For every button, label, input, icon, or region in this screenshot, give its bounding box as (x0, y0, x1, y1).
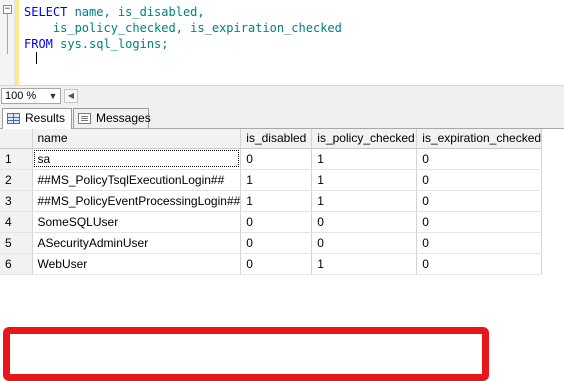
row-number[interactable]: 1 (0, 148, 33, 170)
cell-is-expiration-checked[interactable]: 0 (416, 211, 543, 233)
table-row[interactable]: 6 WebUser 0 1 0 (0, 253, 543, 275)
cell-is-expiration-checked[interactable]: 0 (416, 169, 543, 191)
cell-is-expiration-checked[interactable]: 0 (416, 253, 543, 275)
cell-is-disabled[interactable]: 0 (240, 148, 313, 170)
cell-is-policy-checked[interactable]: 1 (311, 148, 418, 170)
code-token: FROM (24, 37, 53, 51)
fold-guide (7, 14, 8, 54)
cell-is-policy-checked[interactable]: 1 (311, 253, 418, 275)
zoom-select[interactable]: 100 % ▼ (1, 88, 61, 104)
change-tracking-bar (15, 0, 19, 85)
cell-is-disabled[interactable]: 0 (240, 253, 313, 275)
tab-messages-label: Messages (96, 111, 151, 125)
corner-cell[interactable] (0, 129, 33, 149)
column-header-is-expiration-checked[interactable]: is_expiration_checked (416, 129, 543, 149)
grid-icon (7, 113, 20, 124)
table-row[interactable]: 2 ##MS_PolicyTsqlExecutionLogin## 1 1 0 (0, 169, 543, 191)
row-number[interactable]: 6 (0, 253, 33, 275)
row-number[interactable]: 3 (0, 190, 33, 212)
cell-name[interactable]: sa (32, 148, 242, 170)
cell-name[interactable]: ##MS_PolicyEventProcessingLogin## (32, 190, 242, 212)
tab-results[interactable]: Results (2, 108, 72, 129)
cell-name[interactable]: WebUser (32, 253, 242, 275)
cell-is-disabled[interactable]: 1 (240, 190, 313, 212)
cell-is-disabled[interactable]: 0 (240, 211, 313, 233)
column-header-is-disabled[interactable]: is_disabled (240, 129, 313, 149)
cell-name[interactable]: ##MS_PolicyTsqlExecutionLogin## (32, 169, 242, 191)
text-cursor (36, 52, 37, 64)
cell-name[interactable]: ASecurityAdminUser (32, 232, 242, 254)
scroll-left-icon[interactable]: ◀ (64, 89, 78, 103)
results-table: name is_disabled is_policy_checked is_ex… (0, 129, 543, 275)
sql-code[interactable]: SELECT name, is_disabled, is_policy_chec… (24, 4, 342, 52)
header-row: name is_disabled is_policy_checked is_ex… (0, 129, 543, 149)
table-row[interactable]: 5 ASecurityAdminUser 0 0 0 (0, 232, 543, 254)
code-token: name, is_disabled, (67, 5, 205, 19)
cell-is-expiration-checked[interactable]: 0 (416, 190, 543, 212)
results-grid[interactable]: name is_disabled is_policy_checked is_ex… (0, 129, 564, 381)
tab-results-label: Results (25, 111, 66, 125)
collapse-icon[interactable]: − (3, 5, 12, 14)
sql-editor[interactable]: − SELECT name, is_disabled, is_policy_ch… (0, 0, 564, 85)
row-number[interactable]: 2 (0, 169, 33, 191)
code-token: SELECT (24, 5, 68, 19)
table-row[interactable]: 4 SomeSQLUser 0 0 0 (0, 211, 543, 233)
zoom-value: 100 % (5, 90, 37, 102)
cell-is-policy-checked[interactable]: 0 (311, 232, 418, 254)
column-header-name[interactable]: name (32, 129, 242, 149)
cell-is-expiration-checked[interactable]: 0 (416, 148, 543, 170)
cell-is-disabled[interactable]: 0 (240, 232, 313, 254)
table-row[interactable]: 3 ##MS_PolicyEventProcessingLogin## 1 1 0 (0, 190, 543, 212)
messages-icon (78, 113, 91, 124)
cell-is-disabled[interactable]: 1 (240, 169, 313, 191)
table-row[interactable]: 1 sa 0 1 0 (0, 148, 543, 170)
editor-status-strip: 100 % ▼ ◀ (0, 85, 564, 106)
code-token: is_policy_checked, is_expiration_checked (24, 21, 342, 35)
chevron-down-icon[interactable]: ▼ (48, 89, 58, 103)
row-number[interactable]: 5 (0, 232, 33, 254)
cell-is-policy-checked[interactable]: 1 (311, 190, 418, 212)
highlight-box (3, 327, 489, 381)
results-tabbar: Results Messages (0, 105, 564, 129)
column-header-is-policy-checked[interactable]: is_policy_checked (311, 129, 418, 149)
cell-is-expiration-checked[interactable]: 0 (416, 232, 543, 254)
editor-gutter: − (0, 0, 15, 85)
row-number[interactable]: 4 (0, 211, 33, 233)
cell-name[interactable]: SomeSQLUser (32, 211, 242, 233)
cell-is-policy-checked[interactable]: 1 (311, 169, 418, 191)
tab-messages[interactable]: Messages (73, 108, 151, 128)
code-token: sys.sql_logins; (52, 37, 169, 51)
cell-is-policy-checked[interactable]: 0 (311, 211, 418, 233)
